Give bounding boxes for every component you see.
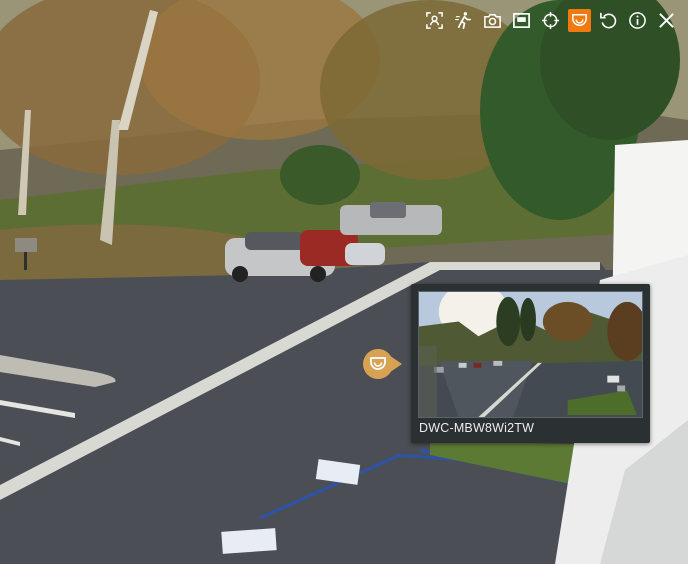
- dome-camera-icon: [572, 14, 587, 27]
- close-icon: [659, 13, 674, 28]
- face-detect-icon: [426, 12, 443, 29]
- live-camera-feed: [0, 0, 688, 564]
- pip-button[interactable]: [510, 9, 533, 32]
- camera-preview-popup[interactable]: DWC-MBW8Wi2TW: [411, 284, 650, 443]
- picture-in-picture-icon: [513, 12, 530, 29]
- camera-preview-thumbnail[interactable]: [418, 291, 643, 418]
- camera-snapshot-icon: [484, 14, 501, 28]
- info-icon: [629, 12, 646, 29]
- camera-name-label: DWC-MBW8Wi2TW: [419, 421, 535, 435]
- dome-camera-button[interactable]: [568, 9, 591, 32]
- motion-person-icon: [454, 12, 472, 29]
- close-button[interactable]: [655, 9, 678, 32]
- camera-view[interactable]: DWC-MBW8Wi2TW: [0, 0, 688, 564]
- ptz-crosshair-button[interactable]: [539, 9, 562, 32]
- video-toolbar: [423, 9, 678, 32]
- face-detect-button[interactable]: [423, 9, 446, 32]
- info-button[interactable]: [626, 9, 649, 32]
- refresh-button[interactable]: [597, 9, 620, 32]
- snapshot-button[interactable]: [481, 9, 504, 32]
- camera-location-marker[interactable]: [362, 348, 404, 380]
- motion-detect-button[interactable]: [452, 9, 475, 32]
- crosshair-icon: [541, 11, 560, 30]
- refresh-icon: [600, 12, 617, 29]
